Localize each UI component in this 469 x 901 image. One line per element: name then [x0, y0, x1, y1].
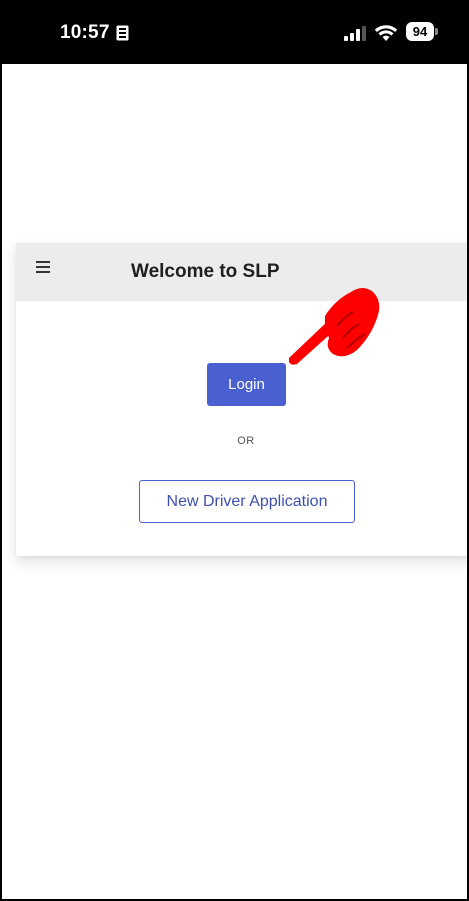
or-separator: OR	[237, 435, 255, 447]
page-title: Welcome to SLP	[131, 261, 280, 282]
battery-icon: 94	[406, 22, 438, 41]
status-bar: 10:57 94	[2, 2, 467, 64]
new-driver-application-button[interactable]: New Driver Application	[139, 480, 355, 523]
login-button[interactable]: Login	[207, 363, 286, 406]
app-header: Welcome to SLP	[16, 243, 467, 301]
signal-icon	[344, 26, 366, 41]
welcome-card: Welcome to SLP Login OR New Driver Appli…	[16, 243, 467, 556]
status-time: 10:57	[60, 22, 110, 43]
battery-tip	[435, 28, 438, 35]
hamburger-menu-icon[interactable]	[36, 261, 52, 275]
wifi-icon	[374, 25, 398, 41]
id-card-icon	[116, 25, 129, 41]
battery-level: 94	[406, 22, 434, 41]
pointing-hand-icon	[289, 288, 380, 365]
phone-screen: 10:57 94 Welcome to SLP Login OR New Dri…	[0, 0, 469, 901]
